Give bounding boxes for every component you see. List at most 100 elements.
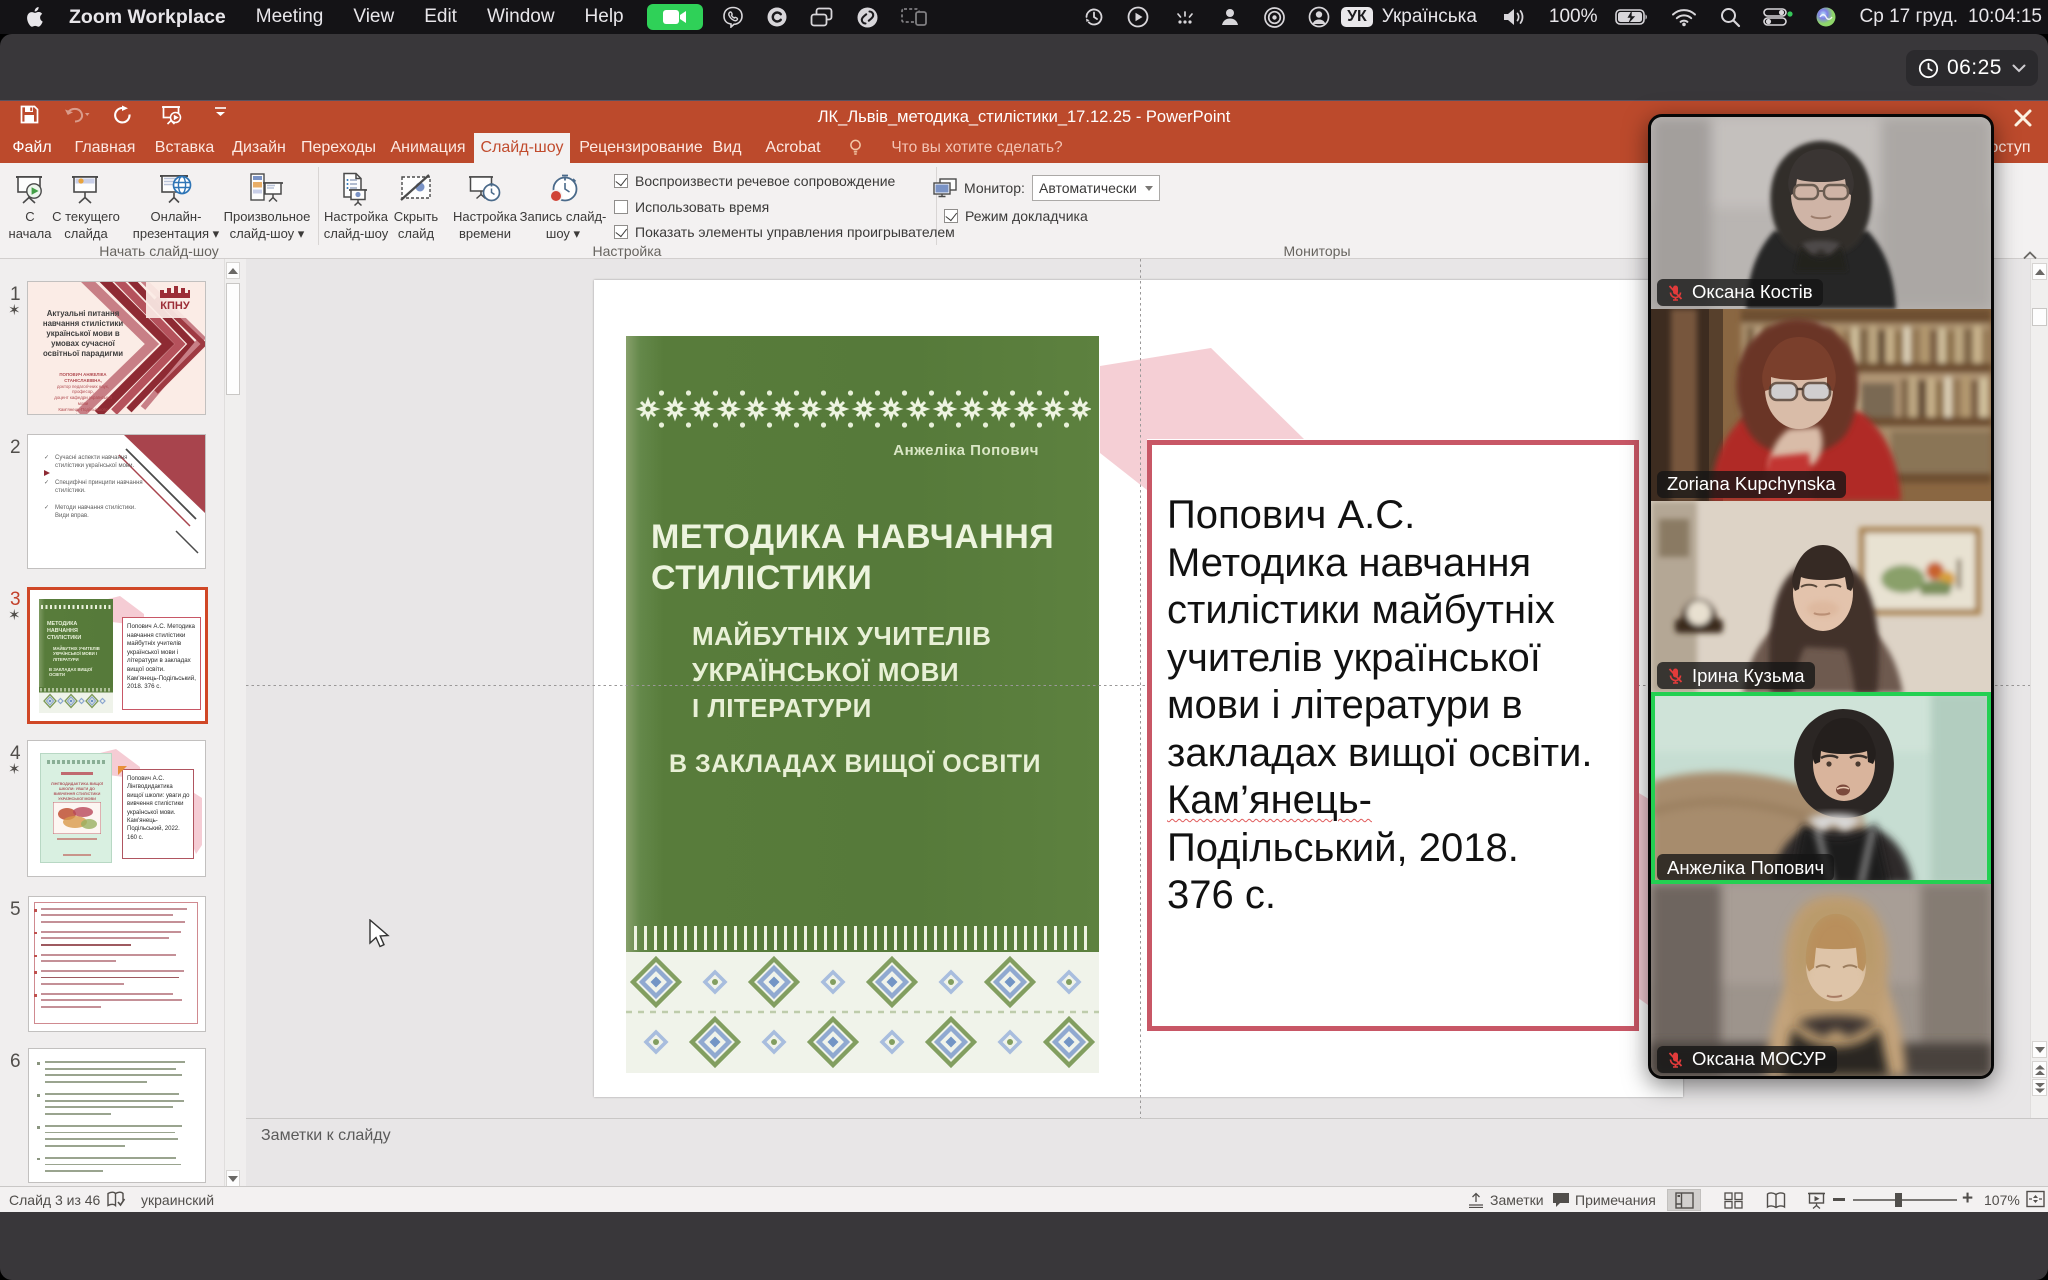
notes-pane[interactable]: Заметки к слайду — [246, 1118, 2048, 1186]
chevron-down-icon[interactable] — [2012, 64, 2026, 73]
scroll-up-button[interactable] — [226, 262, 240, 279]
camera-active-icon[interactable] — [647, 4, 703, 30]
checkbox-play-narrations[interactable]: Воспроизвести речевое сопровождение — [614, 173, 895, 189]
menubar-clock[interactable]: 10:04:15 — [1968, 6, 2042, 28]
checkbox-icon[interactable] — [614, 174, 628, 188]
checkbox-presenter-view[interactable]: Режим докладчика — [944, 208, 1088, 224]
account-circle-icon[interactable] — [1308, 6, 1330, 28]
participant-video-tile-speaking[interactable]: Анжеліка Попович — [1651, 692, 1991, 884]
previous-slide-button[interactable] — [2032, 1061, 2047, 1078]
zoom-slider-handle[interactable] — [1895, 1193, 1902, 1207]
fit-slide-to-window-button[interactable] — [2026, 1190, 2045, 1211]
hide-slide-button[interactable]: Скрытьслайд — [380, 171, 452, 242]
record-slideshow-button[interactable]: Запись слайд- шоу ▾ — [521, 171, 605, 242]
tell-me-box[interactable]: Что вы хотите сделать? — [872, 133, 1082, 163]
checkbox-icon[interactable] — [614, 200, 628, 214]
reading-view-button[interactable] — [1759, 1189, 1793, 1211]
vertical-guide[interactable] — [1140, 259, 1141, 1118]
custom-slideshow-button[interactable]: Произвольное слайд-шоу ▾ — [223, 171, 311, 242]
zoom-level[interactable]: 107% — [1984, 1192, 2020, 1208]
tab-insert[interactable]: Вставка — [146, 133, 223, 163]
shazam-icon[interactable] — [856, 6, 879, 29]
start-slideshow-qat-button[interactable] — [160, 105, 184, 126]
participant-video-tile[interactable]: Zoriana Kupchynska — [1651, 309, 1991, 501]
scrollbar-thumb[interactable] — [226, 283, 240, 395]
thumbnail-slide-6[interactable] — [29, 1049, 205, 1182]
tab-home[interactable]: Главная — [64, 133, 146, 163]
normal-view-button[interactable] — [1667, 1189, 1701, 1211]
participant-video-tile[interactable]: Оксана МОСУР — [1651, 884, 1991, 1076]
zoom-in-button[interactable]: + — [1962, 1192, 1973, 1206]
monitor-dropdown[interactable]: Автоматически — [1032, 175, 1160, 201]
scroll-down-button[interactable] — [2032, 1041, 2047, 1058]
menu-edit[interactable]: Edit — [424, 6, 457, 28]
thumbnail-slide-1[interactable]: КПНУ Актуальні питання навчання стилісти… — [28, 282, 205, 414]
menu-meeting[interactable]: Meeting — [256, 6, 324, 28]
scrollbar-thumb[interactable] — [2032, 308, 2047, 326]
apple-logo-icon[interactable] — [26, 7, 43, 27]
slideshow-view-button[interactable] — [1799, 1189, 1833, 1211]
spellcheck-icon[interactable] — [106, 1190, 126, 1212]
menubar-app-name[interactable]: Zoom Workplace — [69, 6, 226, 29]
tab-review[interactable]: Рецензирование — [580, 133, 702, 163]
thumbnail-slide-2[interactable]: ✓Сучасні аспекти навчання стилістики укр… — [28, 435, 205, 568]
rehearse-timings-button[interactable]: Настройкавремени — [447, 171, 523, 242]
scroll-down-button[interactable] — [226, 1170, 240, 1187]
tab-design[interactable]: Дизайн — [223, 133, 295, 163]
input-language-badge[interactable]: УК — [1341, 7, 1373, 27]
airplay-target-icon[interactable] — [1263, 6, 1286, 29]
undo-button[interactable] — [64, 105, 90, 124]
tab-transitions[interactable]: Переходы — [295, 133, 382, 163]
slide-3-canvas[interactable]: Анжеліка Попович МЕТОДИКА НАВЧАННЯ СТИЛІ… — [594, 280, 1683, 1097]
notes-toggle-button[interactable]: Заметки — [1467, 1190, 1544, 1210]
next-slide-button[interactable] — [2032, 1079, 2047, 1096]
scroll-up-button[interactable] — [2032, 263, 2047, 280]
menu-window[interactable]: Window — [487, 6, 555, 28]
tab-animations[interactable]: Анимация — [382, 133, 474, 163]
keyboard-brightness-icon[interactable] — [1171, 7, 1197, 27]
zoom-out-button[interactable] — [1833, 1198, 1845, 1201]
redo-button[interactable] — [112, 105, 133, 125]
participant-video-tile[interactable]: Ірина Кузьма — [1651, 501, 1991, 693]
control-center-icon[interactable] — [1763, 6, 1793, 28]
thumbnail-slide-3[interactable]: МЕТОДИКА НАВЧАННЯ СТИЛІСТИКИ МАЙБУТНІХ У… — [27, 587, 208, 724]
participant-video-tile[interactable]: Оксана Костів — [1651, 117, 1991, 309]
online-presentation-button[interactable]: Онлайн- презентация ▾ — [132, 171, 220, 242]
checkbox-icon[interactable] — [944, 209, 958, 223]
checkbox-show-controls[interactable]: Показать элементы управления проигрывате… — [614, 224, 955, 240]
thumbnail-slide-5[interactable] — [29, 897, 205, 1031]
input-language-name[interactable]: Українська — [1382, 6, 1477, 28]
siri-icon[interactable] — [1815, 6, 1837, 28]
close-window-button[interactable] — [2012, 107, 2034, 134]
thumbnail-slide-4[interactable]: ЛІНГВОДИДАКТИКА ВИЩОЇ ШКОЛИ: УВАГИ ДО ВИ… — [28, 741, 205, 876]
tab-view[interactable]: Вид — [706, 133, 748, 163]
language-indicator[interactable]: украинский — [141, 1192, 214, 1208]
meeting-timer-badge[interactable]: 06:25 — [1906, 50, 2038, 86]
tab-slideshow[interactable]: Слайд-шоу — [474, 133, 570, 163]
wifi-icon[interactable] — [1671, 7, 1697, 27]
windows-copy-icon[interactable] — [810, 6, 834, 28]
canvas-scrollbar[interactable] — [2030, 259, 2048, 1118]
menu-help[interactable]: Help — [585, 6, 624, 28]
spotlight-search-icon[interactable] — [1719, 6, 1741, 28]
citation-text-box[interactable]: Попович А.С. Методика навчання стилістик… — [1147, 440, 1639, 1031]
menubar-date[interactable]: Ср 17 груд. — [1860, 6, 1959, 28]
from-current-slide-button[interactable]: С текущегослайда — [44, 171, 128, 242]
slide-sorter-view-button[interactable] — [1716, 1189, 1750, 1211]
fast-user-switch-icon[interactable] — [1219, 6, 1241, 28]
volume-icon[interactable] — [1502, 7, 1528, 27]
tab-file[interactable]: Файл — [0, 133, 64, 163]
save-button[interactable] — [20, 105, 39, 124]
comments-toggle-button[interactable]: Примечания — [1552, 1190, 1656, 1210]
time-machine-icon[interactable] — [1083, 6, 1105, 28]
viber-icon[interactable] — [722, 6, 744, 28]
checkbox-icon[interactable] — [614, 225, 628, 239]
thumbnails-scrollbar[interactable] — [224, 259, 240, 1188]
menu-view[interactable]: View — [353, 6, 394, 28]
play-circle-icon[interactable] — [1127, 6, 1149, 28]
tell-me-bulb-icon[interactable] — [842, 133, 868, 163]
sidecar-icon[interactable] — [901, 7, 927, 27]
c-circle-icon[interactable] — [766, 6, 788, 28]
tab-acrobat[interactable]: Acrobat — [748, 133, 838, 163]
qat-customize-chevron-icon[interactable] — [214, 105, 227, 119]
